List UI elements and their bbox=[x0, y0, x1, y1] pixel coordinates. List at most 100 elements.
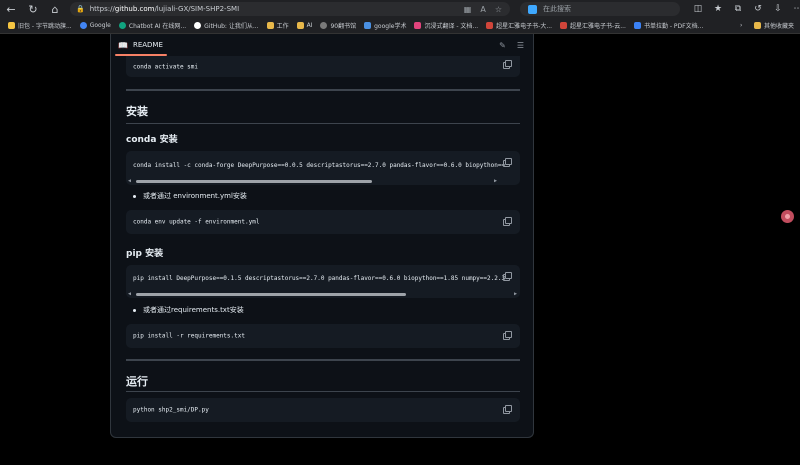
bookmarks-bar: 旧包 - 字节跳动旗... Google Chatbot AI 在线网... G… bbox=[0, 18, 800, 34]
scrollbar-thumb[interactable] bbox=[136, 180, 372, 183]
url-prefix: https:// bbox=[89, 5, 115, 13]
code-block-conda-install: conda install -c conda-forge DeepPurpose… bbox=[126, 151, 520, 185]
bookmark-favicon bbox=[8, 22, 15, 29]
heading-conda-install: conda 安装 bbox=[126, 135, 178, 145]
bookmark-10[interactable]: 超星汇雅电子书-云... bbox=[560, 21, 626, 30]
copy-icon[interactable] bbox=[503, 158, 512, 167]
grid-icon[interactable]: ▦ bbox=[464, 5, 472, 14]
heading-underline bbox=[126, 391, 520, 392]
url-path: /lujiali-GX/SIM-SHP2-SMI bbox=[154, 5, 240, 13]
readme-tab-label: README bbox=[132, 41, 163, 49]
other-bookmarks-label: 其他收藏夹 bbox=[763, 23, 794, 30]
home-icon[interactable]: ⌂ bbox=[44, 0, 66, 18]
book-icon bbox=[486, 22, 494, 29]
scroll-right-icon[interactable]: ▶ bbox=[512, 291, 519, 298]
bookmark-2[interactable]: Chatbot AI 在线网... bbox=[118, 21, 187, 30]
scroll-right-icon[interactable]: ▶ bbox=[492, 178, 499, 185]
github-icon bbox=[194, 22, 202, 29]
refresh-icon[interactable]: ↻ bbox=[22, 0, 44, 18]
bookmark-label: 书单拉勤 - PDF文档... bbox=[643, 23, 704, 30]
scroll-left-icon[interactable]: ◀ bbox=[126, 178, 133, 185]
code-block-run: python shp2_smi/DP.py bbox=[126, 398, 520, 422]
chatbot-icon bbox=[118, 22, 126, 29]
scroll-left-icon[interactable]: ◀ bbox=[126, 291, 133, 298]
globe-icon bbox=[320, 22, 328, 29]
bookmark-label: GitHub: 让我们从... bbox=[204, 23, 259, 30]
pdf-icon bbox=[633, 22, 641, 29]
bookmark-label: Chatbot AI 在线网... bbox=[128, 23, 187, 30]
address-bar[interactable]: 🔒 https://github.com/lujiali-GX/SIM-SHP2… bbox=[70, 2, 510, 16]
bookmark-label: 90翻书馆 bbox=[330, 23, 357, 30]
history-icon[interactable]: ↺ bbox=[750, 0, 766, 18]
list-item-text: 或者通过requirements.txt安装 bbox=[143, 306, 244, 314]
bookmark-9[interactable]: 超星汇雅电子书-大... bbox=[486, 21, 552, 30]
back-icon[interactable]: ← bbox=[0, 0, 22, 18]
bullet-dot bbox=[133, 194, 136, 198]
translate-icon bbox=[414, 22, 422, 29]
other-bookmarks[interactable]: 其他收藏夹 bbox=[753, 18, 794, 33]
horizontal-scrollbar[interactable]: ◀ ▶ bbox=[126, 291, 520, 298]
bookmark-label: 工作 bbox=[276, 23, 289, 30]
bookmark-7[interactable]: google学术 bbox=[364, 21, 406, 30]
bookmark-4[interactable]: 工作 bbox=[266, 21, 289, 30]
bookmark-5[interactable]: AI bbox=[296, 22, 313, 29]
bookmark-label: 旧包 - 字节跳动旗... bbox=[18, 23, 72, 30]
code-text: conda activate smi bbox=[133, 63, 199, 70]
code-block-conda-env: conda env update -f environment.yml bbox=[126, 210, 520, 234]
book-icon: 📖 bbox=[118, 40, 128, 50]
bookmark-6[interactable]: 90翻书馆 bbox=[320, 21, 356, 30]
list-item: 或者通过requirements.txt安装 bbox=[133, 305, 244, 315]
heading-pip-install: pip 安装 bbox=[126, 249, 164, 259]
lock-icon: 🔒 bbox=[76, 5, 85, 13]
scrollbar-thumb[interactable] bbox=[136, 293, 406, 296]
code-block-pip-requirements: pip install -r requirements.txt bbox=[126, 324, 520, 348]
bookmark-11[interactable]: 书单拉勤 - PDF文档... bbox=[633, 21, 704, 30]
code-block-pip-install: pip install DeepPurpose==0.1.5 descripta… bbox=[126, 265, 520, 298]
copy-icon[interactable] bbox=[503, 331, 512, 340]
scholar-icon bbox=[364, 22, 372, 29]
favorite-star-icon[interactable]: ☆ bbox=[495, 5, 502, 14]
chevron-right-icon[interactable]: › bbox=[740, 18, 742, 33]
bookmark-label: AI bbox=[306, 22, 313, 29]
copy-icon[interactable] bbox=[503, 60, 512, 69]
bookmark-label: Google bbox=[89, 22, 111, 29]
book-icon bbox=[560, 22, 568, 29]
horizontal-rule bbox=[126, 89, 520, 91]
copy-icon[interactable] bbox=[503, 272, 512, 281]
readme-header: 📖 README ✎ ☰ bbox=[111, 34, 533, 56]
bookmark-label: 沉浸式翻译 - 文档... bbox=[424, 23, 479, 30]
code-text: pip install -r requirements.txt bbox=[133, 332, 245, 340]
url-host: github.com bbox=[114, 5, 155, 13]
outline-list-icon[interactable]: ☰ bbox=[517, 41, 524, 50]
downloads-icon[interactable]: ⇩ bbox=[770, 0, 786, 18]
readme-tab[interactable]: 📖 README bbox=[115, 34, 167, 56]
copy-icon[interactable] bbox=[503, 217, 512, 226]
collections-icon[interactable]: ⧉ bbox=[730, 0, 746, 18]
bookmark-label: 超星汇雅电子书-大... bbox=[496, 23, 553, 30]
readme-card: 📖 README ✎ ☰ conda activate smi 安装 conda… bbox=[110, 34, 534, 438]
copy-icon[interactable] bbox=[503, 405, 512, 414]
list-item: 或者通过 environment.yml安装 bbox=[133, 191, 247, 201]
floating-assistant-icon[interactable] bbox=[781, 210, 794, 223]
bing-icon bbox=[528, 4, 537, 14]
search-input[interactable]: 在此搜索 bbox=[520, 2, 680, 16]
heading-underline bbox=[126, 123, 520, 124]
favorites-icon[interactable]: ★ bbox=[710, 0, 726, 18]
read-aloud-icon[interactable]: A bbox=[480, 5, 485, 14]
search-placeholder: 在此搜索 bbox=[543, 5, 571, 13]
bookmark-8[interactable]: 沉浸式翻译 - 文档... bbox=[414, 21, 478, 30]
edit-pencil-icon[interactable]: ✎ bbox=[499, 41, 506, 50]
bookmark-0[interactable]: 旧包 - 字节跳动旗... bbox=[8, 21, 72, 30]
heading-install: 安装 bbox=[126, 105, 148, 118]
code-text: python shp2_smi/DP.py bbox=[133, 406, 209, 414]
bookmark-1[interactable]: Google bbox=[79, 22, 111, 29]
folder-icon bbox=[266, 22, 274, 29]
bookmark-label: google学术 bbox=[374, 23, 407, 30]
heading-run: 运行 bbox=[126, 375, 148, 388]
split-screen-icon[interactable]: ◫ bbox=[690, 0, 706, 18]
bookmark-label: 超星汇雅电子书-云... bbox=[570, 23, 626, 30]
bookmark-3[interactable]: GitHub: 让我们从... bbox=[194, 21, 259, 30]
horizontal-scrollbar[interactable]: ◀ ▶ bbox=[126, 178, 520, 185]
horizontal-rule bbox=[126, 359, 520, 361]
more-icon[interactable]: ⋯ bbox=[790, 0, 800, 18]
